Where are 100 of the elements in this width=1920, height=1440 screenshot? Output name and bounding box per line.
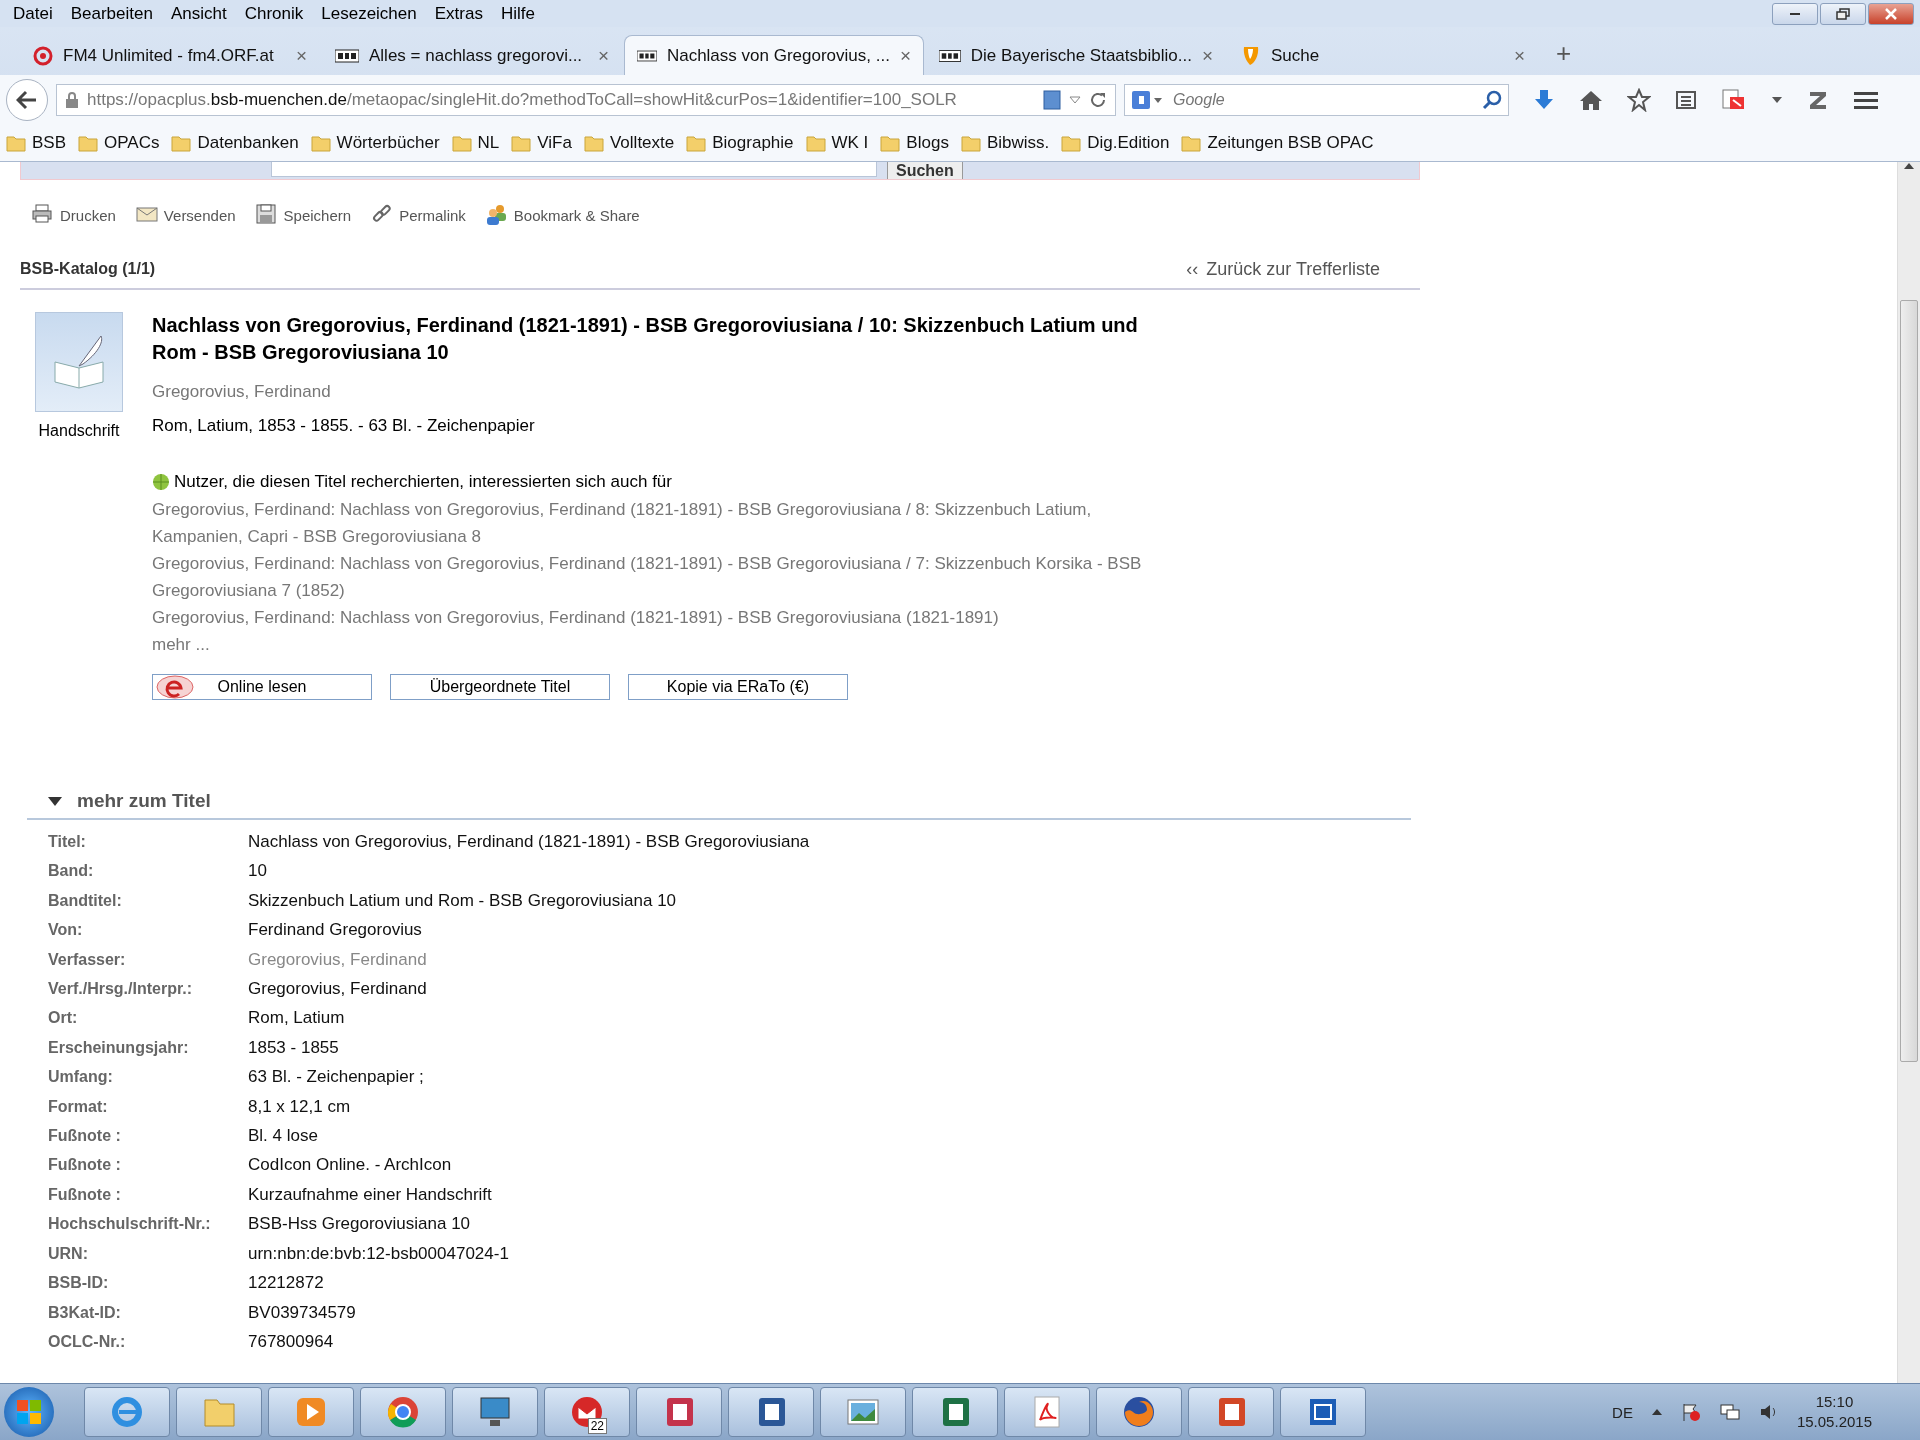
unread-count-badge: 22 [587,1418,607,1434]
bookmark-folder[interactable]: Wörterbücher [310,133,440,153]
z-icon[interactable] [1807,89,1829,111]
related-title-link[interactable]: Gregorovius, Ferdinand: Nachlass von Gregorovius, Ferdinand (1821-1891) - BSB Gregoroviusiana / 8: Skizzenbuch Latium, Kampanien, Capri - BSB Gregoroviusiana 8 [152,496,1152,550]
search-field[interactable]: Google [1124,84,1509,116]
menu-item[interactable]: Extras [425,3,492,24]
action-link[interactable]: Versenden [135,204,236,226]
bookmark-folder[interactable]: Blogs [880,133,949,153]
folder-icon [960,134,981,152]
bookmark-folder[interactable]: WK I [805,133,869,153]
reload-icon[interactable] [1089,91,1107,109]
bookmark-folder[interactable]: Volltexte [583,133,675,153]
action-button[interactable]: Übergeordnete Titel [390,674,610,700]
list-icon[interactable] [1675,89,1697,111]
dropdown-icon[interactable] [1069,95,1081,105]
action-link[interactable]: Speichern [255,204,352,226]
bookmark-folder[interactable]: Dig.Edition [1061,133,1170,153]
address-bar[interactable]: https://opacplus.bsb-muenchen.de/metaopac/singleHit.do?methodToCall=showHit&curPos=1&identifier=100_SOLR [56,84,1116,116]
tab-close[interactable]: × [597,44,609,67]
menu-item[interactable]: Chronik [235,3,313,24]
field-value: BSB-Hss Gregoroviusiana 10 [248,1213,472,1236]
taskbar-button[interactable] [1096,1387,1182,1437]
bookmark-folder[interactable]: Datenbanken [171,133,299,153]
taskbar-button[interactable] [636,1387,722,1437]
search-button[interactable]: Suchen [887,162,963,179]
scrollbar[interactable] [1897,162,1920,1383]
tab-close[interactable]: × [1201,44,1213,67]
tab-close[interactable]: × [1513,44,1525,67]
menu-item[interactable]: Datei [4,3,62,24]
dropdown-icon[interactable] [1771,95,1783,105]
taskbar-button[interactable] [360,1387,446,1437]
details-section-header[interactable]: mehr zum Titel [27,784,1411,820]
network-icon[interactable] [1718,1402,1741,1422]
taskbar-button[interactable] [1280,1387,1366,1437]
taskbar-button[interactable] [268,1387,354,1437]
field-value-link[interactable]: Gregorovius, Ferdinand [248,947,1420,972]
browser-tab[interactable]: Suche × [1228,35,1538,75]
tab-close[interactable]: × [295,44,307,67]
bookmark-folder[interactable]: NL [451,133,500,153]
language-indicator[interactable]: DE [1612,1403,1633,1421]
taskbar-button[interactable] [1004,1387,1090,1437]
bookmark-folder[interactable]: OPACs [78,133,160,153]
expand-triangle-icon[interactable] [47,795,63,807]
menu-item[interactable]: Lesezeichen [312,3,426,24]
taskbar-button[interactable] [1188,1387,1274,1437]
flag-icon[interactable] [1680,1402,1701,1422]
tab-close[interactable]: × [899,44,911,67]
clock[interactable]: 15:10 15.05.2015 [1796,1392,1872,1432]
related-title-link[interactable]: Gregorovius, Ferdinand: Nachlass von Gregorovius, Ferdinand (1821-1891) - BSB Gregoroviusiana / 7: Skizzenbuch Korsika - BSB Gregoroviusiana 7 (1852) [152,550,1152,604]
more-link[interactable]: mehr ... [152,631,1152,658]
folder-icon [1181,134,1202,152]
taskbar-button[interactable]: 22 [544,1387,630,1437]
restore-button[interactable] [1820,2,1866,25]
search-engine-icon[interactable] [1131,90,1165,110]
bookmark-folder[interactable]: Biographie [686,133,794,153]
taskbar-button[interactable] [728,1387,814,1437]
field-value: Rom, Latium [248,1007,346,1030]
menu-item[interactable]: Ansicht [161,3,236,24]
back-to-results-link[interactable]: ‹‹ Zurück zur Trefferliste [1186,258,1380,280]
bookmark-folder[interactable]: ViFa [511,133,572,153]
bookmark-folder[interactable]: Bibwiss. [960,133,1050,153]
home-icon[interactable] [1579,89,1603,111]
action-button[interactable]: Kopie via ERaTo (€) [628,674,848,700]
browser-tab[interactable]: Nachlass von Gregorovius, ... × [624,35,924,75]
tray-arrow-icon[interactable] [1650,1408,1663,1416]
field-value: CodIcon Online. - ArchIcon [248,1154,453,1177]
start-button[interactable] [4,1387,54,1437]
browser-tab[interactable]: FM4 Unlimited - fm4.ORF.at × [20,35,320,75]
field-label: Hochschulschrift-Nr.: [48,1214,212,1235]
bookmark-folder[interactable]: Zeitungen BSB OPAC [1181,133,1374,153]
search-icon[interactable] [1482,90,1502,110]
scrollbar-thumb[interactable] [1900,300,1918,1062]
document-icon[interactable] [1721,88,1747,112]
taskbar-button[interactable] [452,1387,538,1437]
field-label: BSB-ID: [48,1273,110,1294]
taskbar-button[interactable] [820,1387,906,1437]
browser-tab[interactable]: Die Bayerische Staatsbiblio... × [926,35,1226,75]
bookmark-folder[interactable]: BSB [6,133,67,153]
action-link[interactable]: Drucken [32,204,116,226]
folder-icon [511,134,532,152]
field-value: Ferdinand Gregorovius [248,919,423,942]
menu-item[interactable]: Hilfe [491,3,544,24]
menu-icon[interactable] [1853,89,1879,111]
minimize-icon [1790,12,1800,15]
browser-tab[interactable]: Alles = nachlass gregorovi... × [322,35,622,75]
star-icon[interactable] [1627,88,1651,112]
back-button[interactable] [6,79,48,121]
field-value: BV039734579 [248,1301,357,1324]
close-button[interactable] [1868,2,1914,25]
action-link[interactable]: Bookmark & Share [485,204,640,226]
search-input[interactable]: Google [1171,90,1476,110]
action-link[interactable]: Permalink [371,204,466,226]
people-icon [485,204,508,226]
action-button[interactable]: Online lesen [152,674,372,700]
taskbar-button[interactable] [912,1387,998,1437]
author-link[interactable]: Gregorovius, Ferdinand [152,382,1152,402]
menu-item[interactable]: Bearbeiten [61,3,162,24]
related-title-link[interactable]: Gregorovius, Ferdinand: Nachlass von Gregorovius, Ferdinand (1821-1891) - BSB Gregoroviusiana (1821-1891) [152,604,1152,631]
search-input[interactable] [271,162,877,177]
new-tab-button[interactable]: + [1556,38,1572,69]
